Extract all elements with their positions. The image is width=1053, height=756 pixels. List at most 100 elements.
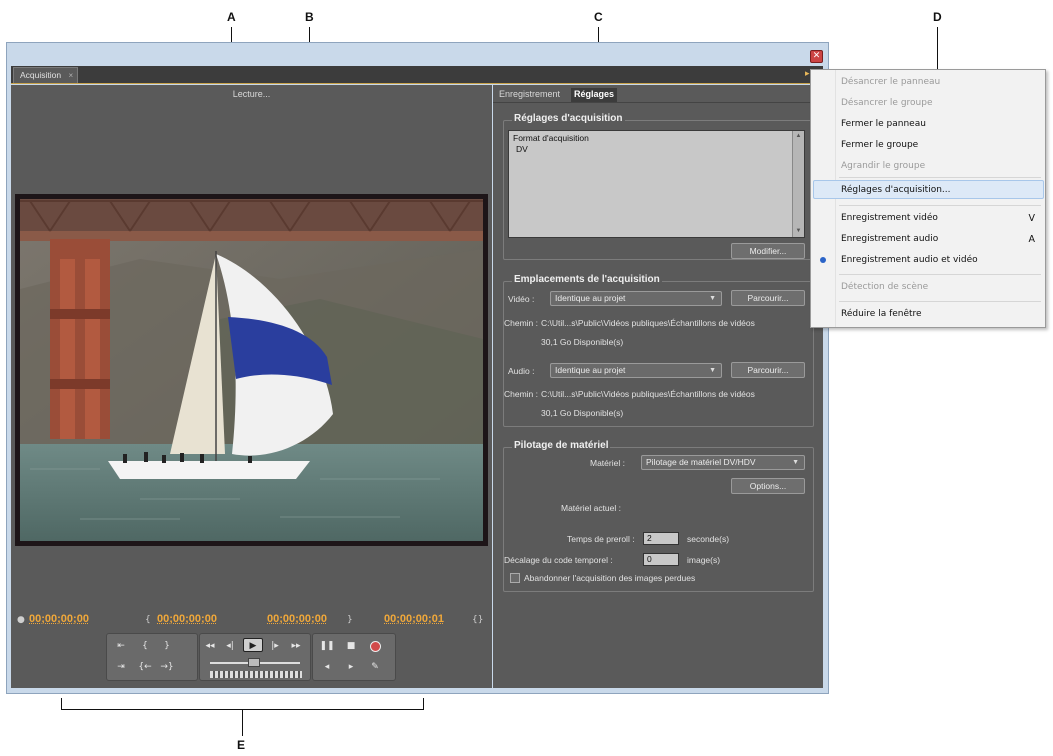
tab-reglages[interactable]: Réglages bbox=[571, 88, 618, 102]
timecode-offset-label: Décalage du code temporel : bbox=[504, 555, 613, 565]
video-free-space: 30,1 Go Disponible(s) bbox=[541, 337, 624, 347]
video-path-label: Chemin : bbox=[504, 318, 539, 328]
go-to-out-icon[interactable]: →} bbox=[159, 660, 175, 674]
scroll-up-icon[interactable]: ▲ bbox=[793, 131, 804, 142]
callout-d: D bbox=[933, 10, 942, 24]
record-icon[interactable] bbox=[370, 641, 381, 652]
capture-format-label: Format d'acquisition bbox=[513, 133, 589, 143]
menu-item-capture-settings[interactable]: Réglages d'acquisition... bbox=[841, 185, 951, 195]
tab-divider bbox=[493, 102, 823, 103]
panel-context-menu: Désancrer le panneau Désancrer le groupe… bbox=[810, 69, 1046, 328]
video-location-value: Identique au projet bbox=[555, 293, 626, 303]
panel-tab-bar: Acquisition × ▸≡ bbox=[11, 66, 823, 84]
mark-out-icon[interactable]: } bbox=[159, 639, 175, 653]
menu-item-minimize-window[interactable]: Réduire la fenêtre bbox=[841, 309, 922, 319]
settings-panel: Enregistrement Réglages Réglages d'acqui… bbox=[493, 85, 823, 688]
playback-controls: ◂◂ ◂| ▶ |▸ ▸▸ bbox=[199, 633, 311, 681]
tab-acquisition[interactable]: Acquisition × bbox=[13, 67, 79, 83]
record-controls: ❚❚ ■ ◂ ▸ ✎ bbox=[312, 633, 396, 681]
rewind-tape-icon[interactable]: ◂ bbox=[319, 660, 335, 674]
timecode-offset-input[interactable]: 0 bbox=[643, 553, 679, 566]
fast-forward-icon[interactable]: ▸▸ bbox=[288, 639, 304, 653]
timecode-indicator-icon: ● bbox=[17, 615, 25, 625]
device-select[interactable]: Pilotage de matériel DV/HDV ▼ bbox=[641, 455, 805, 470]
capture-format-box: Format d'acquisition DV ▲ ▼ bbox=[508, 130, 805, 238]
callout-b: B bbox=[305, 10, 314, 24]
stop-icon[interactable]: ■ bbox=[343, 639, 359, 653]
menu-separator bbox=[839, 177, 1041, 178]
pause-icon[interactable]: ❚❚ bbox=[319, 639, 335, 653]
callout-e-bracket bbox=[61, 698, 424, 710]
timecode-out[interactable]: 00;00;00;00 bbox=[267, 613, 327, 625]
audio-path: C:\Util...s\Public\Vidéos publiques\Écha… bbox=[541, 389, 755, 399]
timecode-duration[interactable]: 00;00;00;01 bbox=[384, 613, 444, 625]
timecode-current[interactable]: 00;00;00;00 bbox=[29, 613, 89, 625]
in-point-icon: { bbox=[145, 615, 151, 625]
jog-wheel[interactable] bbox=[210, 671, 302, 678]
shuttle-handle[interactable] bbox=[248, 658, 260, 667]
chevron-down-icon: ▼ bbox=[709, 295, 716, 302]
set-in-icon[interactable]: ⇤ bbox=[113, 639, 129, 653]
play-button[interactable]: ▶ bbox=[243, 638, 263, 652]
timecode-offset-unit: image(s) bbox=[687, 555, 721, 565]
abort-dropped-frames-checkbox[interactable] bbox=[510, 573, 520, 583]
forward-tape-icon[interactable]: ▸ bbox=[343, 660, 359, 674]
capture-format-value: DV bbox=[516, 144, 528, 154]
preroll-unit: seconde(s) bbox=[687, 534, 730, 544]
menu-item-close-panel[interactable]: Fermer le panneau bbox=[841, 119, 926, 129]
device-control-section: Pilotage de matériel Matériel : Pilotage… bbox=[503, 440, 814, 592]
annotated-screenshot: A B C D E ✕ Acquisition × ▸≡ Lecture... bbox=[0, 0, 1053, 756]
close-tab-icon[interactable]: × bbox=[68, 68, 73, 83]
capture-settings-section: Réglages d'acquisition Format d'acquisit… bbox=[503, 113, 814, 260]
menu-separator bbox=[839, 274, 1041, 275]
tab-acquisition-label: Acquisition bbox=[20, 70, 62, 80]
menu-item-record-video[interactable]: Enregistrement vidéo bbox=[841, 213, 938, 223]
audio-location-select[interactable]: Identique au projet ▼ bbox=[550, 363, 722, 378]
rewind-icon[interactable]: ◂◂ bbox=[202, 639, 218, 653]
preroll-input[interactable]: 2 bbox=[643, 532, 679, 545]
menu-item-close-group[interactable]: Fermer le groupe bbox=[841, 140, 918, 150]
menu-item-undock-group[interactable]: Désancrer le groupe bbox=[841, 98, 933, 108]
set-out-icon[interactable]: ⇥ bbox=[113, 660, 129, 674]
step-forward-icon[interactable]: |▸ bbox=[267, 639, 283, 653]
step-back-icon[interactable]: ◂| bbox=[222, 639, 238, 653]
scene-detect-icon[interactable]: ✎ bbox=[367, 660, 383, 674]
chevron-down-icon: ▼ bbox=[709, 367, 716, 374]
callout-e-line bbox=[242, 710, 243, 736]
video-frame-image bbox=[20, 199, 483, 541]
scroll-down-icon[interactable]: ▼ bbox=[793, 226, 804, 237]
timecode-in[interactable]: 00;00;00;00 bbox=[157, 613, 217, 625]
modify-button[interactable]: Modifier... bbox=[731, 243, 805, 259]
callout-a: A bbox=[227, 10, 236, 24]
capture-settings-title: Réglages d'acquisition bbox=[512, 113, 625, 124]
video-location-select[interactable]: Identique au projet ▼ bbox=[550, 291, 722, 306]
playback-status: Lecture... bbox=[232, 89, 271, 99]
video-label: Vidéo : bbox=[508, 294, 535, 304]
mark-in-icon[interactable]: { bbox=[137, 639, 153, 653]
menu-shortcut-video: V bbox=[1028, 213, 1036, 224]
menu-item-scene-detect[interactable]: Détection de scène bbox=[841, 282, 928, 292]
callout-c: C bbox=[594, 10, 603, 24]
video-preview bbox=[15, 194, 488, 546]
menu-item-record-audio[interactable]: Enregistrement audio bbox=[841, 234, 938, 244]
device-value: Pilotage de matériel DV/HDV bbox=[646, 457, 756, 467]
menu-item-undock-panel[interactable]: Désancrer le panneau bbox=[841, 77, 940, 87]
go-to-in-icon[interactable]: {← bbox=[137, 660, 153, 674]
options-button[interactable]: Options... bbox=[731, 478, 805, 494]
browse-video-button[interactable]: Parcourir... bbox=[731, 290, 805, 306]
tab-enregistrement[interactable]: Enregistrement bbox=[496, 88, 563, 102]
duration-icon: {} bbox=[472, 615, 484, 625]
audio-free-space: 30,1 Go Disponible(s) bbox=[541, 408, 624, 418]
format-scrollbar[interactable]: ▲ ▼ bbox=[792, 131, 804, 237]
device-label: Matériel : bbox=[590, 458, 625, 468]
out-point-icon: } bbox=[347, 615, 353, 625]
menu-item-maximize-group[interactable]: Agrandir le groupe bbox=[841, 161, 925, 171]
menu-separator bbox=[839, 301, 1041, 302]
close-window-button[interactable]: ✕ bbox=[810, 50, 823, 63]
menu-separator bbox=[839, 205, 1041, 206]
browse-audio-button[interactable]: Parcourir... bbox=[731, 362, 805, 378]
abort-dropped-frames-label: Abandonner l'acquisition des images perd… bbox=[524, 573, 696, 583]
menu-shortcut-audio: A bbox=[1028, 234, 1036, 245]
menu-item-record-audio-video[interactable]: Enregistrement audio et vidéo bbox=[841, 255, 978, 265]
audio-label: Audio : bbox=[508, 366, 535, 376]
